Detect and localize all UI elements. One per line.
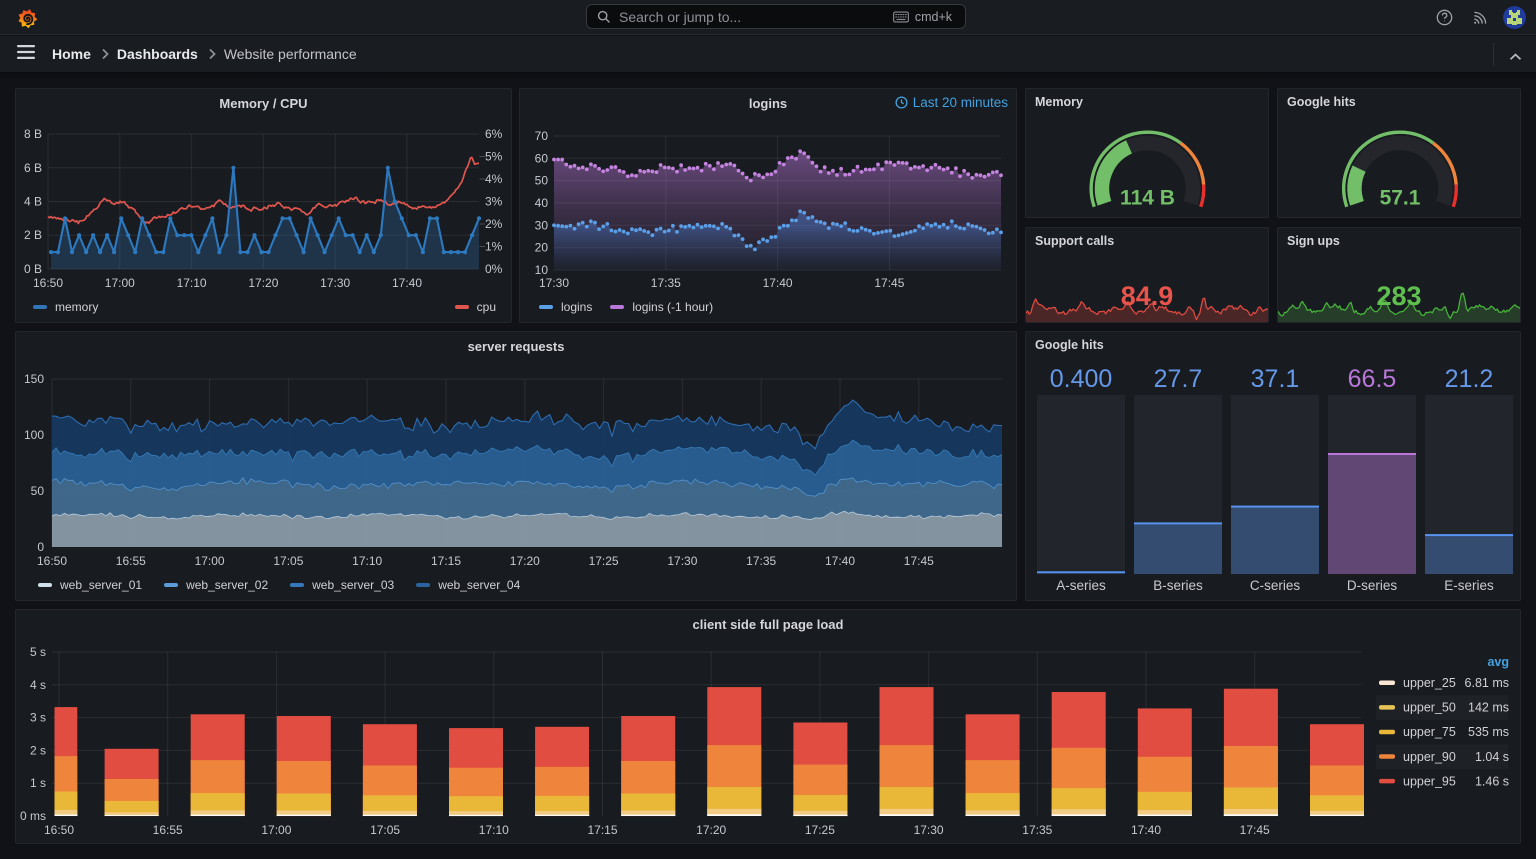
svg-text:B-series: B-series bbox=[1153, 578, 1203, 593]
svg-text:4%: 4% bbox=[485, 172, 503, 186]
svg-text:17:20: 17:20 bbox=[248, 276, 278, 290]
svg-text:2 s: 2 s bbox=[30, 743, 46, 757]
svg-text:E-series: E-series bbox=[1444, 578, 1494, 593]
svg-text:4 B: 4 B bbox=[24, 195, 42, 209]
svg-text:37.1: 37.1 bbox=[1251, 365, 1300, 393]
svg-text:17:30: 17:30 bbox=[667, 554, 697, 568]
svg-text:0.400: 0.400 bbox=[1050, 365, 1113, 393]
svg-text:17:05: 17:05 bbox=[273, 554, 303, 568]
svg-text:0: 0 bbox=[37, 540, 44, 554]
svg-text:40: 40 bbox=[535, 196, 549, 210]
svg-text:70: 70 bbox=[535, 129, 549, 143]
svg-text:17:30: 17:30 bbox=[320, 276, 350, 290]
svg-text:10: 10 bbox=[535, 263, 549, 277]
svg-text:upper_50: upper_50 bbox=[1403, 701, 1456, 715]
svg-text:upper_95: upper_95 bbox=[1403, 774, 1456, 788]
svg-text:17:40: 17:40 bbox=[825, 554, 855, 568]
svg-text:17:00: 17:00 bbox=[261, 823, 291, 837]
svg-text:1.46 s: 1.46 s bbox=[1475, 774, 1509, 788]
svg-text:16:55: 16:55 bbox=[116, 554, 146, 568]
svg-text:17:00: 17:00 bbox=[105, 276, 135, 290]
svg-text:upper_75: upper_75 bbox=[1403, 725, 1456, 739]
svg-text:17:35: 17:35 bbox=[651, 276, 681, 290]
svg-text:17:25: 17:25 bbox=[805, 823, 835, 837]
svg-text:17:45: 17:45 bbox=[1240, 823, 1270, 837]
svg-text:20: 20 bbox=[535, 241, 549, 255]
svg-text:114 B: 114 B bbox=[1120, 187, 1175, 210]
svg-text:17:25: 17:25 bbox=[589, 554, 619, 568]
svg-text:17:10: 17:10 bbox=[177, 276, 207, 290]
svg-text:142 ms: 142 ms bbox=[1468, 701, 1509, 715]
svg-text:100: 100 bbox=[24, 428, 44, 442]
svg-text:17:40: 17:40 bbox=[763, 276, 793, 290]
svg-text:16:55: 16:55 bbox=[153, 823, 183, 837]
svg-text:2 B: 2 B bbox=[24, 228, 42, 242]
svg-text:57.1: 57.1 bbox=[1380, 187, 1421, 210]
svg-text:50: 50 bbox=[31, 484, 45, 498]
svg-text:84.9: 84.9 bbox=[1121, 281, 1174, 311]
svg-text:17:15: 17:15 bbox=[431, 554, 461, 568]
svg-text:5 s: 5 s bbox=[30, 645, 46, 659]
svg-text:30: 30 bbox=[535, 218, 549, 232]
svg-text:8 B: 8 B bbox=[24, 127, 42, 141]
svg-text:5%: 5% bbox=[485, 150, 503, 164]
svg-text:2%: 2% bbox=[485, 217, 503, 231]
svg-text:0%: 0% bbox=[485, 262, 503, 276]
svg-text:17:10: 17:10 bbox=[479, 823, 509, 837]
svg-text:17:20: 17:20 bbox=[510, 554, 540, 568]
svg-text:C-series: C-series bbox=[1250, 578, 1301, 593]
svg-text:283: 283 bbox=[1376, 281, 1421, 311]
svg-text:D-series: D-series bbox=[1347, 578, 1398, 593]
svg-text:21.2: 21.2 bbox=[1445, 365, 1494, 393]
svg-text:6 B: 6 B bbox=[24, 161, 42, 175]
svg-text:16:50: 16:50 bbox=[33, 276, 63, 290]
svg-text:27.7: 27.7 bbox=[1154, 365, 1203, 393]
svg-text:1%: 1% bbox=[485, 240, 503, 254]
svg-text:6.81 ms: 6.81 ms bbox=[1465, 676, 1509, 690]
svg-text:1 s: 1 s bbox=[30, 776, 46, 790]
svg-text:16:50: 16:50 bbox=[37, 554, 67, 568]
svg-text:17:35: 17:35 bbox=[1022, 823, 1052, 837]
svg-text:150: 150 bbox=[24, 372, 44, 386]
svg-text:3%: 3% bbox=[485, 195, 503, 209]
svg-text:60: 60 bbox=[535, 151, 549, 165]
svg-text:0 B: 0 B bbox=[24, 262, 42, 276]
svg-text:4 s: 4 s bbox=[30, 678, 46, 692]
svg-text:17:10: 17:10 bbox=[352, 554, 382, 568]
svg-text:17:05: 17:05 bbox=[370, 823, 400, 837]
svg-text:50: 50 bbox=[535, 174, 549, 188]
svg-text:66.5: 66.5 bbox=[1348, 365, 1397, 393]
svg-text:upper_90: upper_90 bbox=[1403, 750, 1456, 764]
svg-text:17:45: 17:45 bbox=[904, 554, 934, 568]
svg-text:17:45: 17:45 bbox=[874, 276, 904, 290]
svg-text:6%: 6% bbox=[485, 127, 503, 141]
svg-text:17:00: 17:00 bbox=[195, 554, 225, 568]
svg-text:535 ms: 535 ms bbox=[1468, 725, 1509, 739]
svg-text:17:40: 17:40 bbox=[392, 276, 422, 290]
svg-text:0 ms: 0 ms bbox=[20, 809, 46, 823]
svg-text:17:30: 17:30 bbox=[914, 823, 944, 837]
svg-text:3 s: 3 s bbox=[30, 711, 46, 725]
svg-text:16:50: 16:50 bbox=[44, 823, 74, 837]
svg-text:A-series: A-series bbox=[1056, 578, 1106, 593]
svg-text:17:20: 17:20 bbox=[696, 823, 726, 837]
svg-text:avg: avg bbox=[1487, 655, 1509, 669]
svg-text:17:15: 17:15 bbox=[587, 823, 617, 837]
svg-text:17:35: 17:35 bbox=[746, 554, 776, 568]
svg-text:17:30: 17:30 bbox=[539, 276, 569, 290]
svg-text:upper_25: upper_25 bbox=[1403, 676, 1456, 690]
svg-text:1.04 s: 1.04 s bbox=[1475, 750, 1509, 764]
svg-text:17:40: 17:40 bbox=[1131, 823, 1161, 837]
